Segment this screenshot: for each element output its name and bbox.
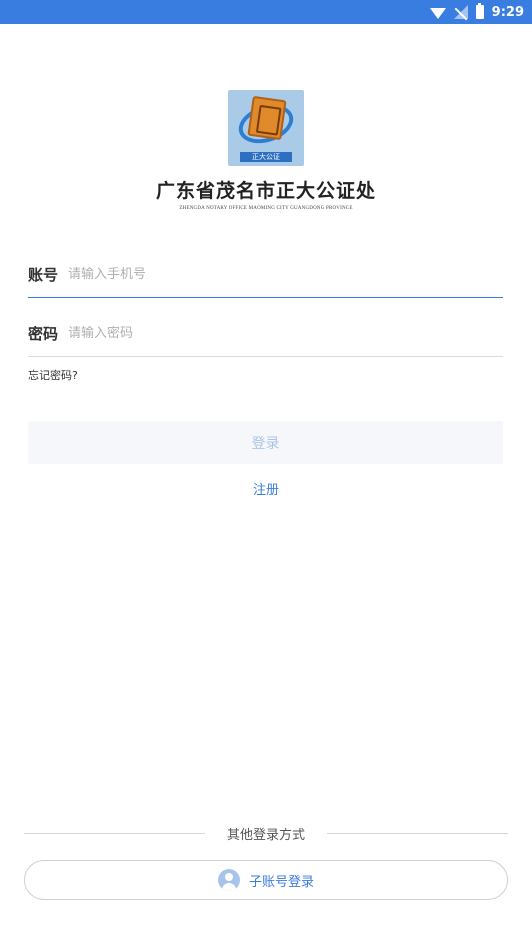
org-subtitle: ZHENGDA NOTARY OFFICE MAOMING CITY GUANG… [179, 206, 353, 211]
divider-line-left [24, 832, 205, 834]
password-underline [28, 356, 503, 357]
divider-line-right [327, 832, 509, 834]
logo-banner: 正大公证 [240, 152, 292, 162]
account-label: 账号 [28, 265, 59, 284]
other-login-label: 其他登录方式 [227, 827, 306, 843]
battery-icon [475, 3, 484, 19]
register-link[interactable]: 注册 [0, 479, 532, 498]
password-label: 密码 [28, 324, 59, 343]
org-name: 广东省茂名市正大公证处 [155, 180, 376, 202]
wifi-icon [429, 7, 446, 19]
status-time: 9:29 [491, 4, 524, 20]
org-logo: 正大公证 [228, 90, 304, 166]
login-button[interactable]: 登录 [28, 421, 503, 464]
no-signal-icon [453, 5, 468, 19]
sub-account-login-button[interactable]: 子账号登录 [24, 860, 508, 900]
logo-seal-graphic [247, 95, 287, 141]
password-input[interactable] [68, 325, 503, 341]
password-row: 密码 [28, 312, 503, 354]
person-icon [217, 869, 240, 891]
account-input[interactable] [68, 266, 503, 282]
forgot-password-link[interactable]: 忘记密码? [28, 367, 78, 383]
account-row: 账号 [28, 253, 503, 295]
account-underline [28, 297, 503, 298]
status-bar: 9:29 [0, 0, 532, 24]
org-header: 正大公证 广东省茂名市正大公证处 ZHENGDA NOTARY OFFICE M… [0, 90, 532, 211]
sub-account-login-label: 子账号登录 [248, 874, 314, 890]
other-login-divider: 其他登录方式 [24, 823, 509, 843]
